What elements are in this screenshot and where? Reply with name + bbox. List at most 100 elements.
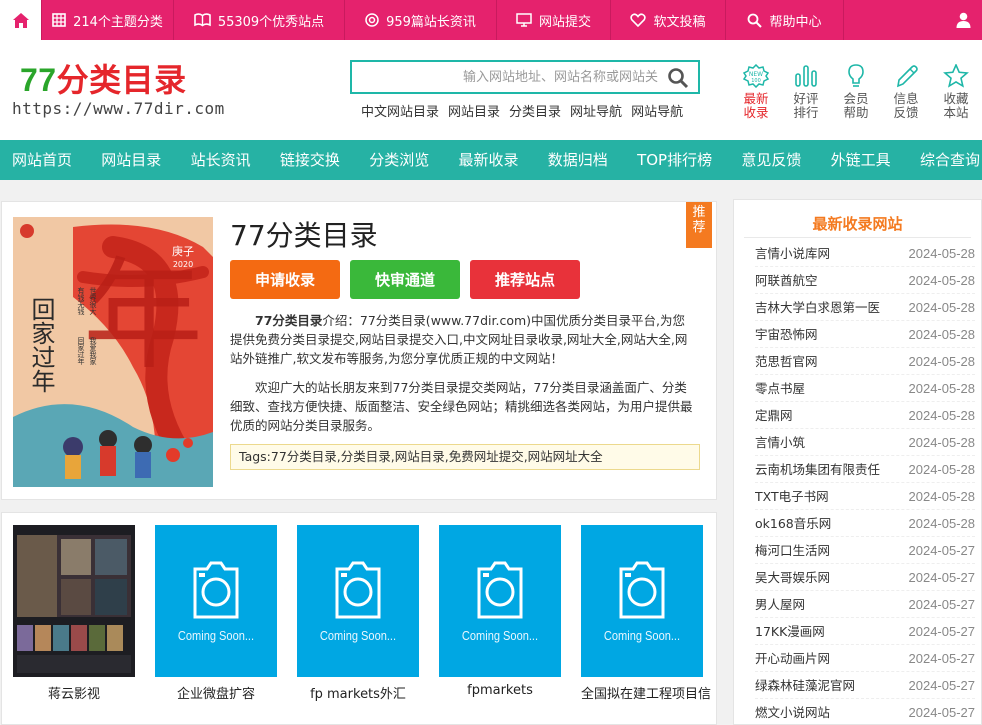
site-name-link[interactable]: ok168音乐网 bbox=[755, 510, 889, 536]
site-name-link[interactable]: 绿森林硅藻泥官网 bbox=[755, 672, 889, 698]
list-item: 零点书屋 2024-05-28 bbox=[755, 375, 975, 402]
tags-bar: Tags:77分类目录,分类目录,网站目录,免费网址提交,网站网址大全 bbox=[230, 444, 700, 470]
coming-soon-image[interactable]: Coming Soon... bbox=[439, 525, 561, 677]
poster-slogan: 有钱无钱 bbox=[77, 286, 85, 315]
site-name-link[interactable]: 范思哲官网 bbox=[755, 348, 889, 374]
nav-item[interactable]: 最新收录 bbox=[458, 140, 518, 180]
nav-item[interactable]: 链接交换 bbox=[280, 140, 340, 180]
quick-label-top: 会员 bbox=[843, 91, 869, 106]
sidebar-divider bbox=[744, 237, 971, 238]
site-date: 2024-05-27 bbox=[908, 543, 976, 558]
site-thumb[interactable]: Coming Soon... 全国拟在建工程项目信 bbox=[581, 525, 711, 702]
hotlink-item[interactable]: 网站导航 bbox=[631, 101, 683, 120]
site-thumb-caption[interactable]: 全国拟在建工程项目信 bbox=[581, 683, 711, 702]
coming-soon-image[interactable]: Coming Soon... bbox=[581, 525, 703, 677]
quick-feedback[interactable]: 信息 反馈 bbox=[886, 64, 926, 120]
nav-item[interactable]: 网站首页 bbox=[12, 140, 72, 180]
topbar-help[interactable]: 帮助中心 bbox=[726, 0, 844, 40]
coming-soon-text: Coming Soon... bbox=[319, 628, 397, 643]
main-nav: 网站首页 网站目录 站长资讯 链接交换 分类浏览 最新收录 数据归档 TOP排行… bbox=[0, 140, 982, 180]
topbar-news[interactable]: 959篇站长资讯 bbox=[345, 0, 497, 40]
home-button[interactable] bbox=[0, 0, 42, 40]
coming-soon-text: Coming Soon... bbox=[603, 628, 681, 643]
site-name-link[interactable]: 言情小说库网 bbox=[755, 240, 889, 266]
site-logo[interactable]: 77分类目录 bbox=[20, 64, 187, 96]
site-thumb-image[interactable] bbox=[13, 525, 135, 677]
search-button-icon[interactable] bbox=[666, 66, 690, 90]
topbar-submit[interactable]: 网站提交 bbox=[497, 0, 611, 40]
list-item: ok168音乐网 2024-05-28 bbox=[755, 510, 975, 537]
coming-soon-image[interactable]: Coming Soon... bbox=[297, 525, 419, 677]
hotlink-item[interactable]: 网站目录 bbox=[448, 101, 500, 120]
nav-item[interactable]: TOP排行榜 bbox=[637, 140, 712, 180]
list-item: 男人屋网 2024-05-27 bbox=[755, 591, 975, 618]
site-name-link[interactable]: 言情小筑 bbox=[755, 429, 889, 455]
site-name-link[interactable]: 男人屋网 bbox=[755, 591, 889, 617]
site-name-link[interactable]: 吉林大学白求恩第一医 bbox=[755, 294, 889, 320]
topbar-categories[interactable]: 214个主题分类 bbox=[42, 0, 174, 40]
quick-bookmark[interactable]: 收藏 本站 bbox=[936, 64, 976, 120]
site-thumb-caption[interactable]: 蒋云影视 bbox=[13, 683, 135, 702]
site-thumb[interactable]: 蒋云影视 bbox=[13, 525, 135, 702]
topbar-sites[interactable]: 55309个优秀站点 bbox=[174, 0, 345, 40]
site-date: 2024-05-28 bbox=[908, 300, 976, 315]
nav-item[interactable]: 网站目录 bbox=[101, 140, 161, 180]
list-item: 言情小筑 2024-05-28 bbox=[755, 429, 975, 456]
site-name-link[interactable]: 梅河口生活网 bbox=[755, 537, 889, 563]
site-name-link[interactable]: 宇宙恐怖网 bbox=[755, 321, 889, 347]
apply-listing-button[interactable]: 申请收录 bbox=[230, 260, 340, 299]
site-thumb-caption[interactable]: fp markets外汇 bbox=[297, 683, 419, 702]
site-name-link[interactable]: 零点书屋 bbox=[755, 375, 889, 401]
monitor-icon bbox=[516, 13, 532, 27]
nav-item[interactable]: 站长资讯 bbox=[191, 140, 251, 180]
site-name-link[interactable]: 开心动画片网 bbox=[755, 645, 889, 671]
site-thumb[interactable]: Coming Soon... fp markets外汇 bbox=[297, 525, 419, 702]
site-intro-card: 年 庚子 2020 回家过年 世界很大 我爱我家 有钱无钱 回家过年 77分类目… bbox=[1, 201, 717, 500]
quick-member-help[interactable]: 会员 帮助 bbox=[836, 64, 876, 120]
coming-soon-image[interactable]: Coming Soon... bbox=[155, 525, 277, 677]
nav-item[interactable]: 外链工具 bbox=[831, 140, 891, 180]
recommend-site-button[interactable]: 推荐站点 bbox=[470, 260, 580, 299]
site-thumb-caption[interactable]: fpmarkets bbox=[439, 683, 561, 698]
site-poster-image[interactable]: 年 庚子 2020 回家过年 世界很大 我爱我家 有钱无钱 回家过年 bbox=[13, 217, 213, 487]
site-date: 2024-05-28 bbox=[908, 489, 976, 504]
site-name-link[interactable]: 阿联酋航空 bbox=[755, 267, 889, 293]
search-box bbox=[350, 60, 700, 94]
coming-soon-text: Coming Soon... bbox=[461, 628, 539, 643]
fast-review-button[interactable]: 快审通道 bbox=[350, 260, 460, 299]
nav-item[interactable]: 意见反馈 bbox=[741, 140, 801, 180]
bar-chart-icon bbox=[795, 65, 817, 87]
quick-top-rated[interactable]: 好评 排行 bbox=[786, 64, 826, 120]
recommended-badge-label: 推荐 bbox=[692, 205, 706, 235]
site-name-link[interactable]: TXT电子书网 bbox=[755, 483, 889, 509]
site-thumb-caption[interactable]: 企业微盘扩容 bbox=[155, 683, 277, 702]
grid-icon bbox=[52, 13, 66, 27]
site-name-link[interactable]: 定鼎网 bbox=[755, 402, 889, 428]
quick-new-listings[interactable]: NEW 100 最新 收录 bbox=[736, 64, 776, 120]
hotlink-item[interactable]: 分类目录 bbox=[509, 101, 561, 120]
poster-slogan: 世界很大 bbox=[89, 286, 97, 316]
logo-number: 77 bbox=[20, 62, 57, 98]
site-name-link[interactable]: 吴大哥娱乐网 bbox=[755, 564, 889, 590]
topbar-news-label: 959篇站长资讯 bbox=[386, 14, 476, 30]
nav-item[interactable]: 分类浏览 bbox=[369, 140, 429, 180]
quick-label-top: 好评 bbox=[793, 91, 819, 106]
site-thumb[interactable]: Coming Soon... 企业微盘扩容 bbox=[155, 525, 277, 702]
site-name-link[interactable]: 云南机场集团有限责任 bbox=[755, 456, 889, 482]
topbar-article[interactable]: 软文投稿 bbox=[611, 0, 726, 40]
search-input[interactable] bbox=[362, 66, 658, 88]
quick-label-top: 最新 bbox=[743, 91, 769, 106]
hotlink-item[interactable]: 网址导航 bbox=[570, 101, 622, 120]
poster-year: 庚子 bbox=[172, 244, 194, 258]
site-name-link[interactable]: 燃文小说网站 bbox=[755, 699, 889, 725]
site-date: 2024-05-27 bbox=[908, 705, 976, 720]
camera-icon bbox=[619, 561, 665, 619]
site-thumb[interactable]: Coming Soon... fpmarkets bbox=[439, 525, 561, 698]
hotlink-item[interactable]: 中文网站目录 bbox=[361, 101, 439, 120]
nav-item[interactable]: 综合查询 bbox=[920, 140, 980, 180]
nav-item[interactable]: 数据归档 bbox=[548, 140, 608, 180]
site-name-link[interactable]: 17KK漫画网 bbox=[755, 618, 889, 644]
logo-text: 分类目录 bbox=[56, 62, 187, 98]
list-item: 燃文小说网站 2024-05-27 bbox=[755, 699, 975, 725]
user-button[interactable] bbox=[944, 0, 982, 40]
